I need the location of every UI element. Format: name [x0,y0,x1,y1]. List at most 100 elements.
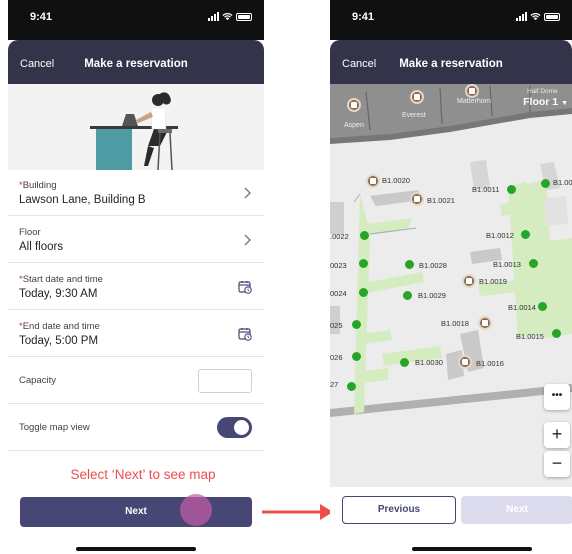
previous-button[interactable]: Previous [342,496,456,524]
status-time: 9:41 [352,11,375,23]
desk-available-marker[interactable] [359,288,368,297]
calendar-clock-icon[interactable] [238,327,252,341]
page-title: Make a reservation [399,58,503,70]
capacity-label: Capacity [19,375,56,386]
bottom-action-bar: Previous Next [330,487,572,554]
desk-label: B1.0013 [493,260,521,269]
room-pin-icon[interactable] [410,192,424,206]
desk-label: B1.0020 [382,176,410,185]
desk-label: B1.001 [553,178,572,187]
room-pin-icon[interactable] [462,274,476,288]
floor-plan-drawing [330,84,572,417]
desk-label: B1.0011 [472,185,500,194]
chevron-right-icon [244,187,251,199]
zoom-out-button[interactable]: − [544,451,570,477]
nav-bar: Cancel Make a reservation [8,40,264,84]
room-pin-icon[interactable] [478,316,492,330]
room-everest-icon[interactable] [410,90,424,104]
tap-indicator [180,494,212,526]
desk-available-marker[interactable] [552,329,561,338]
desk-available-marker[interactable] [541,179,550,188]
person-at-desk-illustration [90,92,178,171]
more-options-button[interactable]: ••• [544,384,570,410]
capacity-field: Capacity [8,357,264,404]
zoom-in-button[interactable]: + [544,422,570,448]
desk-available-marker[interactable] [403,291,412,300]
desk-label: B1.0014 [508,303,536,312]
status-bar: 9:41 [330,0,572,40]
battery-icon [544,13,560,21]
capacity-input[interactable] [198,369,252,393]
instruction-hint: Select ‘Next’ to see map [70,467,216,482]
calendar-clock-icon[interactable] [238,280,252,294]
home-indicator [412,547,532,551]
home-indicator [76,547,196,551]
desk-available-marker[interactable] [352,320,361,329]
signal-icon [516,12,527,21]
room-matterhorn-icon[interactable] [465,84,479,98]
phone-screen-map: 9:41 Cancel Make a reservation Half Dome… [330,0,572,554]
room-aspen-icon[interactable] [347,98,361,112]
status-time: 9:41 [30,11,53,23]
start-datetime-label: Start date and time [22,274,103,285]
desk-available-marker[interactable] [521,230,530,239]
desk-label: B1.0016 [476,359,504,368]
desk-label: 27 [330,380,339,389]
flow-arrow-icon [262,504,333,520]
desk-label: B1.0029 [418,291,446,300]
battery-icon [236,13,252,21]
desk-available-marker[interactable] [359,259,368,268]
hero-illustration [8,84,264,171]
room-pin-icon[interactable] [458,355,472,369]
status-bar: 9:41 [8,0,264,40]
desk-label: B1.0021 [427,196,455,205]
floor-label: Floor [19,227,41,238]
page-title: Make a reservation [84,58,188,70]
wifi-icon [530,13,541,21]
end-datetime-field[interactable]: *End date and time Today, 5:00 PM [8,310,264,357]
room-label-everest: Everest [402,112,426,119]
desk-available-marker[interactable] [529,259,538,268]
desk-available-marker[interactable] [538,302,547,311]
desk-available-marker[interactable] [347,382,356,391]
chevron-down-icon: ▼ [561,100,568,107]
next-button[interactable]: Next [20,497,252,527]
phone-screen-form: 9:41 Cancel Make a reservation *Building [8,0,264,554]
desk-label: B1.0019 [479,277,507,286]
end-datetime-value: Today, 5:00 PM [19,335,99,347]
room-label-matterhorn: Matterhorn [457,98,491,105]
desk-label: 0024 [330,289,347,298]
desk-available-marker[interactable] [507,185,516,194]
floor-selector[interactable]: Floor 1 ▼ [523,96,568,108]
desk-available-marker[interactable] [400,358,409,367]
wifi-icon [222,13,233,21]
building-field[interactable]: *Building Lawson Lane, Building B [8,170,264,216]
room-pin-icon[interactable] [366,174,380,188]
start-datetime-value: Today, 9:30 AM [19,288,98,300]
desk-label: 026 [330,353,343,362]
toggle-map-row: Toggle map view [8,404,264,451]
desk-available-marker[interactable] [352,352,361,361]
desk-label: 025 [330,321,343,330]
desk-label: B1.0030 [415,358,443,367]
chevron-right-icon [244,234,251,246]
floor-field[interactable]: Floor All floors [8,216,264,263]
start-datetime-field[interactable]: *Start date and time Today, 9:30 AM [8,263,264,310]
desk-available-marker[interactable] [405,260,414,269]
desk-label: 0023 [330,261,347,270]
next-button-disabled: Next [461,496,572,524]
building-value: Lawson Lane, Building B [19,194,146,206]
map-view-toggle[interactable] [217,417,252,438]
floor-category: Half Dome [527,88,558,95]
end-datetime-label: End date and time [22,321,100,332]
signal-icon [208,12,219,21]
desk-label: B1.0012 [486,231,514,240]
room-label-aspen: Aspen [344,122,364,129]
desk-available-marker[interactable] [360,231,369,240]
floor-value: All floors [19,241,64,253]
floor-map[interactable]: Half Dome Floor 1 ▼ Aspen Everest Matter… [330,84,572,487]
desk-label: B1.0015 [516,332,544,341]
desk-label: .0022 [330,232,349,241]
nav-bar: Cancel Make a reservation [330,40,572,84]
desk-label: B1.0028 [419,261,447,270]
